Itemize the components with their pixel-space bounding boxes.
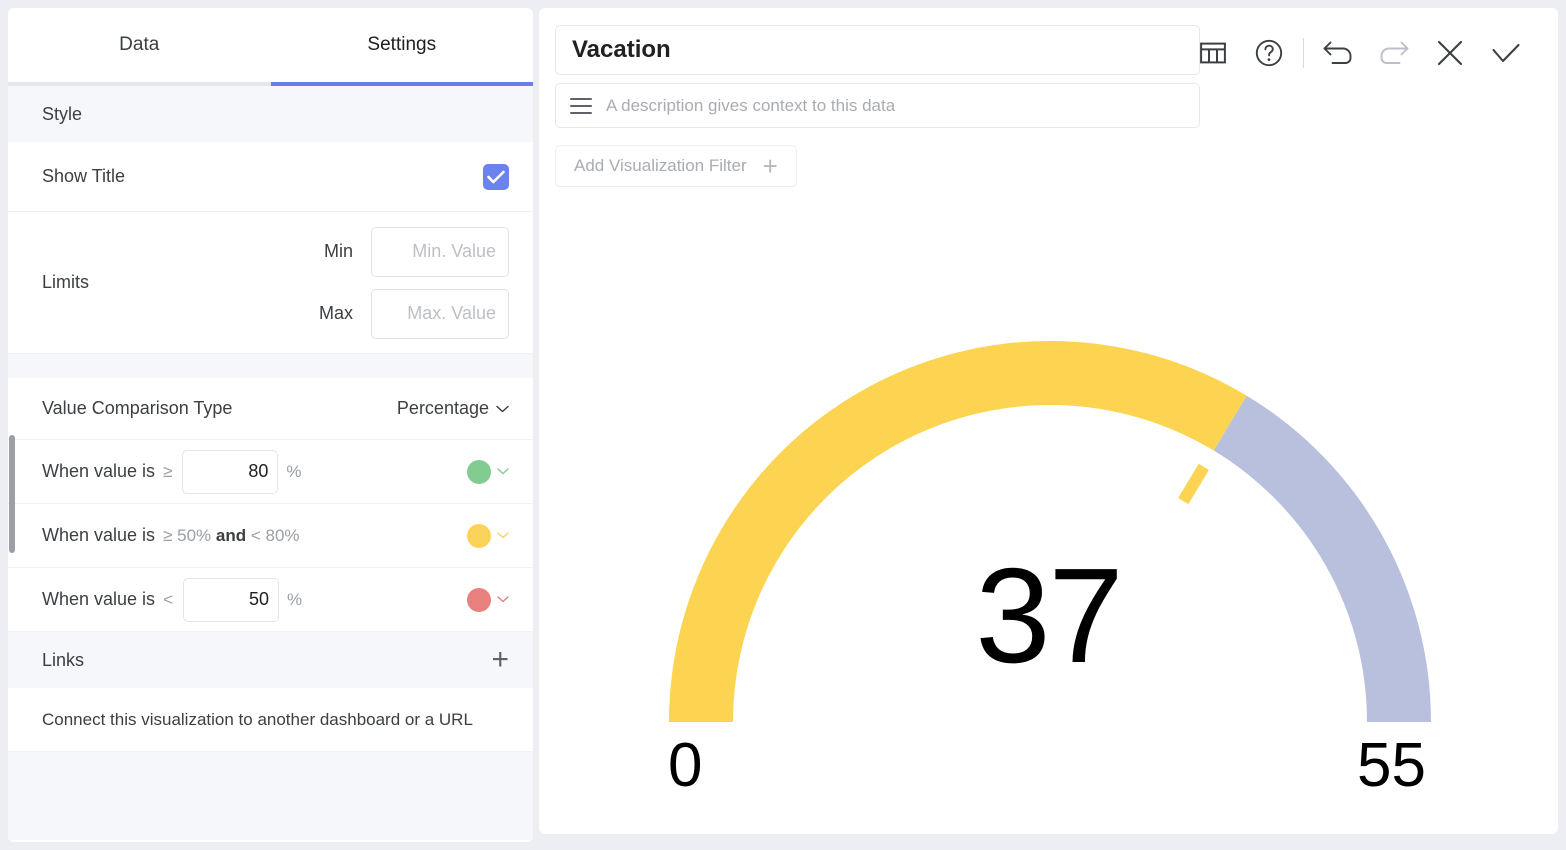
- undo-icon: [1323, 41, 1352, 64]
- condition-low-value-input[interactable]: [183, 577, 279, 622]
- condition-high-color-picker[interactable]: [467, 459, 509, 484]
- links-section-header: Links +: [8, 632, 533, 688]
- gauge-min-label: 0: [668, 731, 703, 800]
- tab-data[interactable]: Data: [8, 8, 271, 82]
- condition-mid-and: and: [215, 525, 247, 545]
- redo-icon: [1380, 41, 1409, 64]
- condition-high-unit: %: [286, 461, 302, 481]
- check-icon: [1492, 43, 1520, 63]
- table-view-icon: [1200, 42, 1226, 64]
- description-lines-icon: [570, 97, 592, 114]
- tab-settings[interactable]: Settings: [270, 8, 534, 86]
- green-color-swatch: [467, 459, 491, 484]
- show-title-row: Show Title: [8, 142, 533, 212]
- condition-high-label: When value is: [42, 461, 156, 481]
- tab-settings-label: Settings: [367, 34, 437, 55]
- limits-label: Limits: [42, 272, 90, 292]
- value-comparison-type-row[interactable]: Value Comparison Type Percentage: [8, 378, 533, 440]
- condition-mid-color-picker[interactable]: [467, 523, 509, 548]
- toolbar-divider: [1303, 38, 1304, 68]
- gauge-svg: [669, 340, 1431, 722]
- apply-button[interactable]: [1478, 30, 1534, 76]
- red-color-swatch: [467, 587, 491, 612]
- chevron-down-icon: [497, 468, 509, 475]
- links-description: Connect this visualization to another da…: [8, 688, 533, 752]
- limits-row: Limits Min Max: [8, 212, 533, 354]
- max-label: Max: [318, 303, 353, 323]
- condition-mid-upper: < 80%: [250, 525, 300, 545]
- add-link-button[interactable]: +: [491, 645, 509, 675]
- min-label: Min: [323, 241, 353, 261]
- table-view-button[interactable]: [1185, 30, 1241, 76]
- condition-row-high: When value is ≥ %: [8, 440, 533, 504]
- condition-high-operator: ≥: [163, 461, 173, 481]
- style-section-title: Style: [42, 103, 83, 124]
- condition-low-unit: %: [287, 589, 303, 609]
- condition-mid-label: When value is: [42, 525, 156, 545]
- gauge-track-arc: [1213, 395, 1431, 722]
- condition-mid-lower: ≥ 50%: [163, 525, 212, 545]
- undo-button[interactable]: [1310, 30, 1366, 76]
- close-icon: [1437, 40, 1463, 66]
- add-visualization-filter-button[interactable]: Add Visualization Filter +: [555, 145, 797, 187]
- section-divider-band: [8, 354, 533, 378]
- value-comparison-type-value: Percentage: [396, 398, 489, 418]
- max-limit-row: Max: [309, 288, 509, 339]
- visualization-panel: Add Visualization Filter +: [539, 8, 1558, 834]
- value-comparison-type-select[interactable]: Percentage: [397, 398, 509, 419]
- tab-data-label: Data: [119, 34, 160, 55]
- settings-scrollbar-thumb[interactable]: [9, 435, 15, 553]
- gauge-chart: 37 0 55: [539, 8, 1558, 834]
- condition-row-low: When value is < %: [8, 568, 533, 632]
- gauge-max-label: 55: [1357, 731, 1426, 800]
- visualization-toolbar: [1185, 30, 1534, 76]
- condition-mid-range: ≥ 50% and < 80%: [163, 526, 299, 546]
- show-title-label: Show Title: [42, 166, 126, 186]
- value-comparison-type-label: Value Comparison Type: [42, 398, 233, 418]
- limits-fields: Min Max: [309, 226, 509, 339]
- plus-icon: +: [762, 151, 778, 181]
- cancel-button[interactable]: [1422, 30, 1478, 76]
- redo-button[interactable]: [1366, 30, 1422, 76]
- gauge-progress-arc: [669, 340, 1247, 722]
- min-limit-row: Min: [309, 226, 509, 277]
- gauge-value-label: 37: [975, 540, 1123, 691]
- condition-low-label: When value is: [42, 589, 156, 609]
- chevron-down-icon: [496, 405, 509, 412]
- show-title-checkbox[interactable]: [483, 163, 509, 190]
- links-section-title: Links: [42, 649, 85, 670]
- condition-low-color-picker[interactable]: [467, 587, 509, 612]
- visualization-title-input[interactable]: [555, 25, 1200, 75]
- links-description-text: Connect this visualization to another da…: [42, 709, 473, 729]
- chevron-down-icon: [497, 596, 509, 603]
- visualization-description-input[interactable]: [606, 95, 1185, 116]
- help-icon: [1255, 39, 1283, 67]
- condition-row-mid: When value is ≥ 50% and < 80%: [8, 504, 533, 568]
- help-button[interactable]: [1241, 30, 1297, 76]
- settings-scrollbar[interactable]: [8, 8, 16, 842]
- panel-tabs: Data Settings: [8, 8, 533, 86]
- style-section-header: Style: [8, 86, 533, 142]
- settings-panel: Data Settings Style Show Title Limits Mi…: [8, 8, 533, 842]
- panel-filler: [8, 752, 533, 840]
- gauge-needle-marker: [1178, 464, 1209, 504]
- app-root: Data Settings Style Show Title Limits Mi…: [0, 0, 1566, 850]
- chevron-down-icon: [497, 532, 509, 539]
- add-visualization-filter-label: Add Visualization Filter: [574, 156, 747, 175]
- visualization-description-field[interactable]: [555, 83, 1200, 128]
- condition-low-operator: <: [163, 589, 173, 609]
- check-icon: [487, 170, 505, 183]
- yellow-color-swatch: [467, 523, 491, 548]
- max-value-input[interactable]: [371, 288, 509, 339]
- condition-high-value-input[interactable]: [182, 449, 279, 494]
- min-value-input[interactable]: [371, 226, 509, 277]
